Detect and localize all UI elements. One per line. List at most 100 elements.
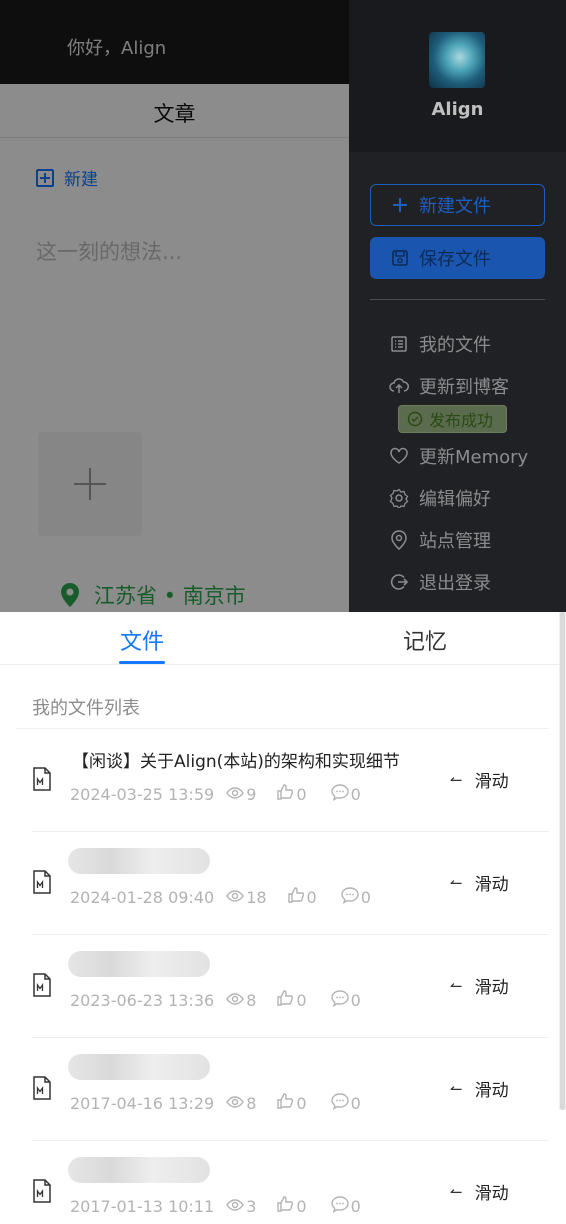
file-meta: 2024-01-28 09:40 18 0 0 xyxy=(70,886,371,908)
location-pin-icon xyxy=(389,530,409,550)
markdown-file-icon xyxy=(32,973,52,1001)
views-count: 3 xyxy=(246,1196,257,1216)
divider xyxy=(370,299,545,300)
likes-count: 0 xyxy=(296,990,307,1010)
views-count: 8 xyxy=(246,990,257,1010)
swipe-hint[interactable]: ↼ 滑动 xyxy=(450,1179,509,1205)
publish-badge-label: 发布成功 xyxy=(429,411,494,430)
swipe-label: 滑动 xyxy=(474,772,509,792)
swipe-hint[interactable]: ↼ 滑动 xyxy=(450,767,509,793)
swipe-label: 滑动 xyxy=(474,978,509,998)
list-icon xyxy=(389,335,409,353)
views-count: 18 xyxy=(246,887,267,907)
likes-stat: 0 xyxy=(276,783,307,805)
menu-update-memory[interactable]: 更新Memory xyxy=(389,443,528,469)
comment-icon xyxy=(330,783,351,805)
menu-label: 编辑偏好 xyxy=(419,489,491,510)
file-date: 2024-03-25 13:59 xyxy=(70,784,215,804)
file-row[interactable]: 2017-01-13 10:11 3 0 0 ↼ 滑动 xyxy=(32,1141,549,1224)
file-date: 2017-01-13 10:11 xyxy=(70,1196,215,1216)
markdown-file-icon xyxy=(32,1179,52,1207)
comments-count: 0 xyxy=(360,887,371,907)
comments-stat: 0 xyxy=(330,1195,361,1217)
swipe-label: 滑动 xyxy=(474,1081,509,1101)
views-count: 8 xyxy=(246,1093,257,1113)
swipe-label: 滑动 xyxy=(474,875,509,895)
likes-count: 0 xyxy=(296,1196,307,1216)
save-icon xyxy=(391,249,409,267)
drawer-header: Align xyxy=(349,0,566,152)
scrollbar-thumb[interactable] xyxy=(560,612,565,1110)
likes-count: 0 xyxy=(296,784,307,804)
thumbs-up-icon xyxy=(276,783,296,805)
comment-icon xyxy=(330,989,351,1011)
thumbs-up-icon xyxy=(276,989,296,1011)
arrow-left-icon: ↼ xyxy=(450,1182,463,1201)
save-file-button[interactable]: 保存文件 xyxy=(370,237,545,279)
menu-label: 站点管理 xyxy=(419,531,491,552)
eye-icon xyxy=(226,1094,246,1113)
eye-icon xyxy=(226,785,246,804)
menu-site-management[interactable]: 站点管理 xyxy=(389,527,491,553)
thumbs-up-icon xyxy=(287,886,307,908)
swipe-hint[interactable]: ↼ 滑动 xyxy=(450,973,509,999)
tab-memory[interactable]: 记忆 xyxy=(403,624,447,656)
comments-stat: 0 xyxy=(330,989,361,1011)
side-drawer: Align 新建文件 保存文件 我的文件 更新到博客 发布成功 更新Memory… xyxy=(349,0,566,612)
comment-icon xyxy=(330,1195,351,1217)
bottom-sheet: 文件 记忆 我的文件列表 【闲谈】关于Align(本站)的架构和实现细节 202… xyxy=(0,612,566,1224)
file-date: 2023-06-23 13:36 xyxy=(70,990,215,1010)
file-meta: 2017-01-13 10:11 3 0 0 xyxy=(70,1195,361,1217)
comments-stat: 0 xyxy=(330,783,361,805)
markdown-file-icon xyxy=(32,870,52,898)
redacted-title xyxy=(68,1054,210,1080)
menu-my-files[interactable]: 我的文件 xyxy=(389,331,491,357)
likes-count: 0 xyxy=(306,887,317,907)
comments-count: 0 xyxy=(350,1093,361,1113)
menu-edit-preferences[interactable]: 编辑偏好 xyxy=(389,485,491,511)
arrow-left-icon: ↼ xyxy=(450,1079,463,1098)
avatar[interactable] xyxy=(429,32,485,88)
likes-stat: 0 xyxy=(276,1092,307,1114)
menu-logout[interactable]: 退出登录 xyxy=(389,569,491,595)
views-count: 9 xyxy=(246,784,257,804)
file-row[interactable]: 2023-06-23 13:36 8 0 0 ↼ 滑动 xyxy=(32,935,549,1038)
menu-label: 退出登录 xyxy=(419,573,491,594)
file-title: 【闲谈】关于Align(本站)的架构和实现细节 xyxy=(72,752,400,772)
user-name: Align xyxy=(431,99,484,120)
sheet-tab-bar: 文件 记忆 xyxy=(0,612,566,665)
markdown-file-icon xyxy=(32,1076,52,1104)
comments-count: 0 xyxy=(350,784,361,804)
menu-label: 更新到博客 xyxy=(419,377,509,398)
tab-files[interactable]: 文件 xyxy=(120,624,164,656)
new-file-label: 新建文件 xyxy=(419,196,491,217)
likes-count: 0 xyxy=(296,1093,307,1113)
arrow-left-icon: ↼ xyxy=(450,770,463,789)
active-tab-indicator xyxy=(119,661,165,664)
file-meta: 2024-03-25 13:59 9 0 0 xyxy=(70,783,361,805)
publish-success-badge: 发布成功 xyxy=(398,405,507,433)
swipe-hint[interactable]: ↼ 滑动 xyxy=(450,1076,509,1102)
views-stat: 18 xyxy=(226,887,267,907)
cloud-upload-icon xyxy=(389,377,409,395)
file-row[interactable]: 【闲谈】关于Align(本站)的架构和实现细节 2024-03-25 13:59… xyxy=(32,729,549,832)
likes-stat: 0 xyxy=(287,886,317,908)
file-row[interactable]: 2017-04-16 13:29 8 0 0 ↼ 滑动 xyxy=(32,1038,549,1141)
comments-stat: 0 xyxy=(341,886,371,908)
file-meta: 2023-06-23 13:36 8 0 0 xyxy=(70,989,361,1011)
check-circle-icon xyxy=(407,411,423,427)
swipe-hint[interactable]: ↼ 滑动 xyxy=(450,870,509,896)
plus-icon xyxy=(391,196,409,214)
comments-stat: 0 xyxy=(330,1092,361,1114)
comments-count: 0 xyxy=(350,1196,361,1216)
comments-count: 0 xyxy=(350,990,361,1010)
thumbs-up-icon xyxy=(276,1092,296,1114)
markdown-file-icon xyxy=(32,767,52,795)
new-file-button[interactable]: 新建文件 xyxy=(370,184,545,226)
heart-icon xyxy=(389,447,409,465)
eye-icon xyxy=(226,888,246,907)
file-row[interactable]: 2024-01-28 09:40 18 0 0 ↼ 滑动 xyxy=(32,832,549,935)
menu-update-blog[interactable]: 更新到博客 xyxy=(389,373,509,399)
menu-label: 我的文件 xyxy=(419,335,491,356)
views-stat: 8 xyxy=(226,991,256,1010)
